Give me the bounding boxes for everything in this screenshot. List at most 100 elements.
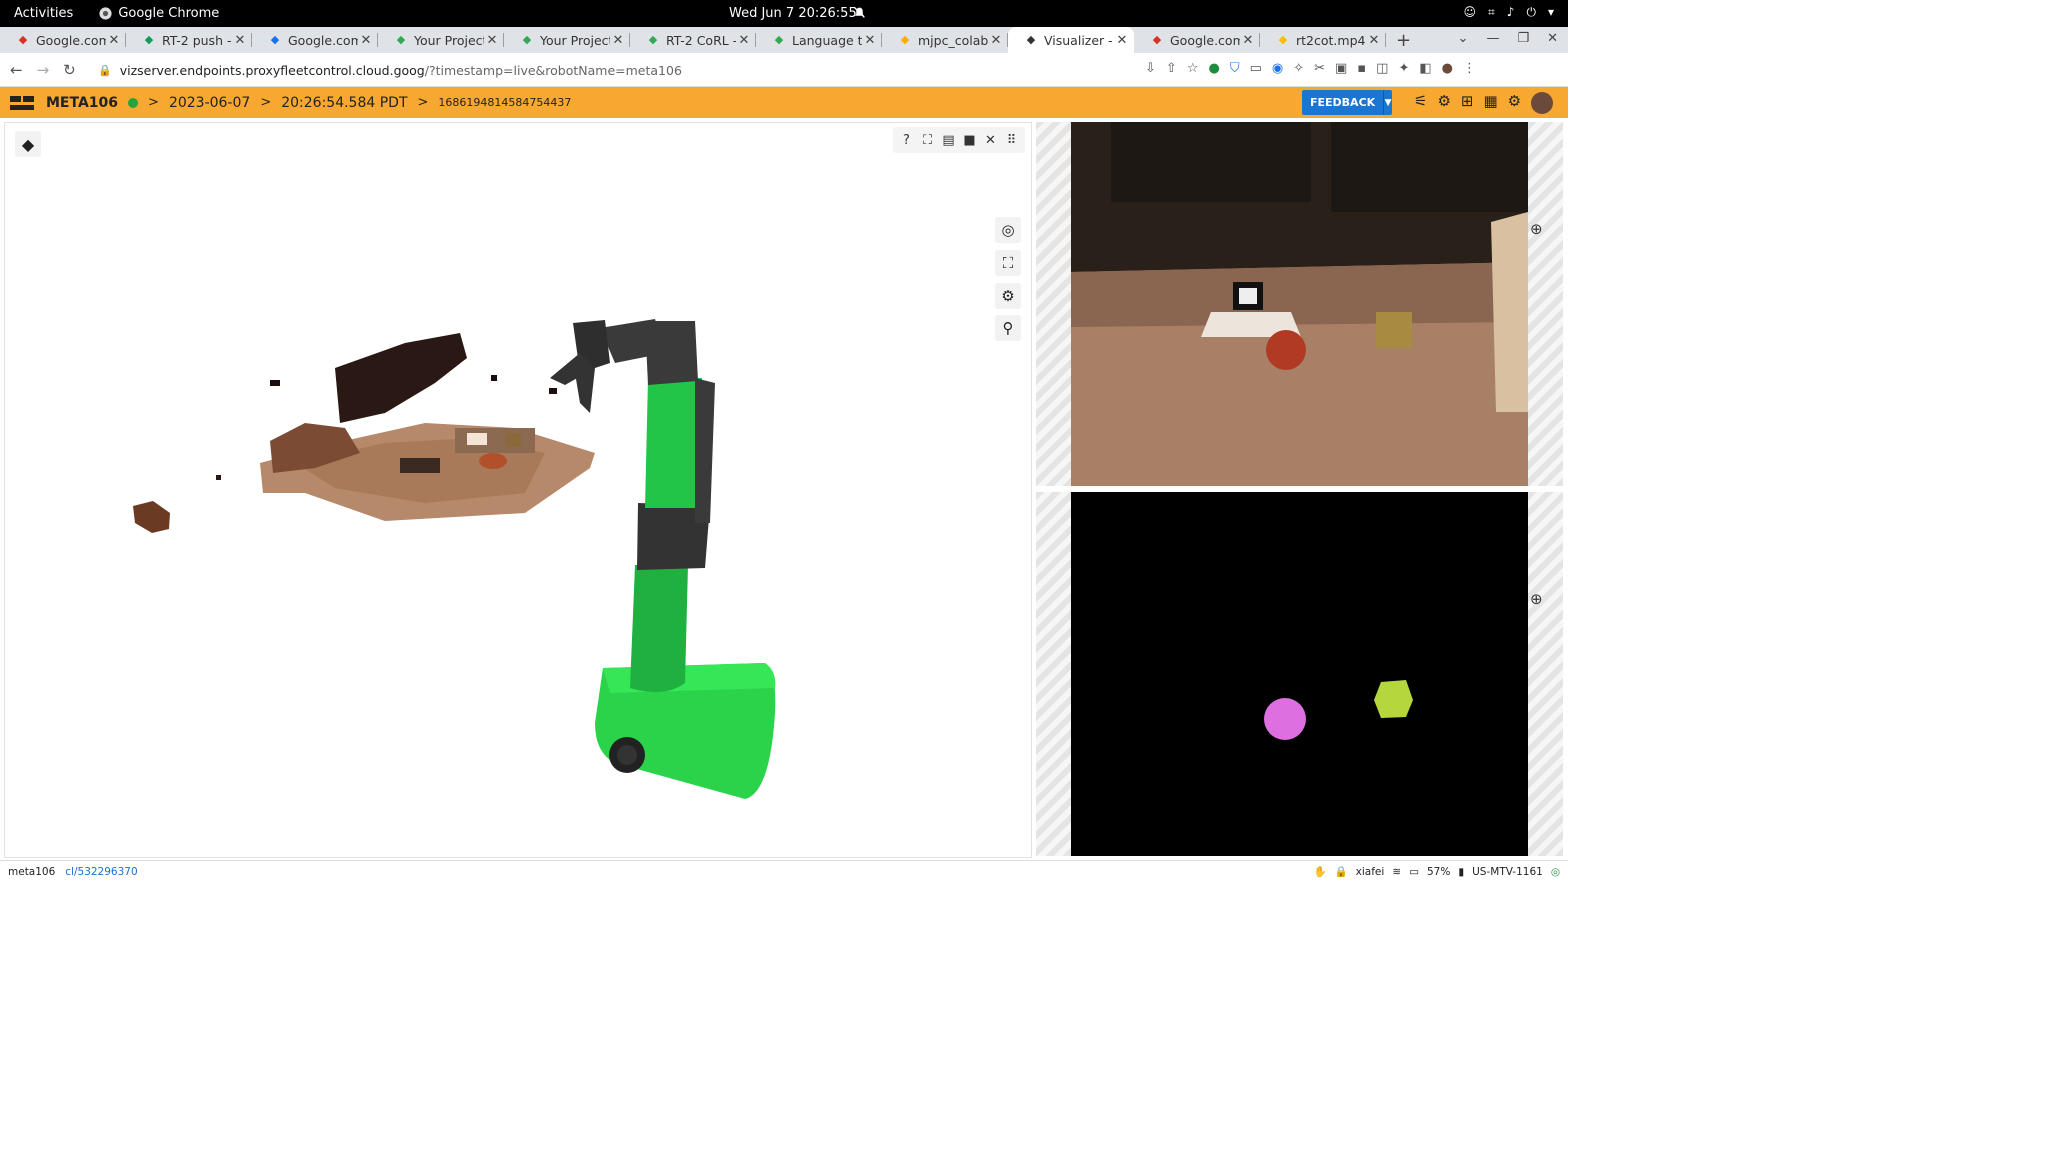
address-bar[interactable]: 🔒 vizserver.endpoints.proxyfleetcontrol.…	[92, 58, 1222, 82]
zoom-in-icon[interactable]: ⊕	[1530, 590, 1543, 608]
tab-close-icon[interactable]: ✕	[988, 33, 1004, 48]
tab-close-icon[interactable]: ✕	[862, 33, 878, 48]
tab-search-icon[interactable]: ⌄	[1458, 31, 1469, 46]
chevron-down-icon[interactable]: ▾	[1548, 5, 1554, 20]
system-tray[interactable]: ☺ ⌗ ♪ ⏻ ▾	[1464, 5, 1554, 20]
extension-cut-icon[interactable]: ✂	[1314, 61, 1325, 76]
bookmark-star-icon[interactable]: ☆	[1187, 61, 1199, 76]
robot-status-dot	[128, 97, 139, 108]
calendar-icon: ◆	[270, 33, 280, 46]
camera-rgb-panel[interactable]: ⊕	[1036, 122, 1563, 486]
project-icon: ◆	[522, 33, 532, 46]
tab-label: Google.com -	[288, 32, 358, 48]
segmentation-image	[1071, 492, 1528, 856]
extension-puzzle-icon[interactable]: ✧	[1293, 61, 1304, 76]
project-icon: ◆	[648, 33, 658, 46]
close-window-icon[interactable]: ✕	[1547, 31, 1558, 46]
status-user: xiafei	[1355, 865, 1385, 878]
segmentation-panel[interactable]: ⊕	[1036, 492, 1563, 856]
extension-terminal-icon[interactable]: ▪	[1357, 61, 1366, 76]
tab-close-icon[interactable]: ✕	[1240, 33, 1256, 48]
tab-2[interactable]: ◆ RT-2 push - C✕	[126, 27, 252, 53]
wifi-icon: ≋	[1392, 865, 1402, 878]
power-icon[interactable]: ⏻	[1526, 5, 1536, 20]
extension-cast-icon[interactable]: ◫	[1376, 61, 1388, 76]
breadcrumb-timestamp[interactable]: 1686194814584754437	[438, 96, 571, 109]
tab-6[interactable]: ◆ RT-2 CoRL - C✕	[630, 27, 756, 53]
app-header: META106 > 2023-06-07 > 20:26:54.584 PDT …	[0, 87, 1568, 118]
install-icon[interactable]: ⇩	[1145, 61, 1156, 76]
tab-5[interactable]: ◆ Your Projects✕	[504, 27, 630, 53]
tab-close-icon[interactable]: ✕	[484, 33, 500, 48]
url-domain: vizserver.endpoints.proxyfleetcontrol.cl…	[119, 62, 425, 78]
extension-box-icon[interactable]: ▭	[1250, 61, 1262, 76]
tab-close-icon[interactable]: ✕	[232, 33, 248, 48]
breadcrumb-date[interactable]: 2023-06-07	[169, 95, 250, 111]
battery-icon: ▭	[1409, 865, 1419, 878]
profile-avatar[interactable]: ●	[1442, 61, 1453, 76]
volume-icon[interactable]: ♪	[1507, 5, 1515, 20]
tab-10[interactable]: ◆ Google.com M✕	[1134, 27, 1260, 53]
tab-9[interactable]: ◆ Visualizer - m✕	[1008, 27, 1134, 53]
tab-11[interactable]: ◆ rt2cot.mp4 -✕	[1260, 27, 1386, 53]
chrome-menu-icon[interactable]: ⋮	[1463, 61, 1476, 76]
status-robot-name: meta106	[8, 865, 56, 878]
user-avatar[interactable]	[1531, 92, 1554, 114]
hand-icon[interactable]: ✋	[1313, 865, 1326, 878]
tab-close-icon[interactable]: ✕	[106, 33, 122, 48]
forward-icon[interactable]: →	[37, 61, 50, 79]
tab-close-icon[interactable]: ✕	[736, 33, 752, 48]
robot-arm-icon[interactable]: ⚙	[1437, 92, 1450, 114]
extension-green-icon[interactable]: ●	[1208, 61, 1219, 76]
activities-button[interactable]: Activities	[14, 6, 73, 21]
back-icon[interactable]: ←	[10, 61, 23, 79]
extension-shield-icon[interactable]: ⛉	[1230, 61, 1240, 76]
extension-screen-icon[interactable]: ▣	[1335, 61, 1347, 76]
app-menu-icon[interactable]	[10, 94, 34, 112]
network-icon[interactable]: ⌗	[1488, 5, 1495, 20]
new-tab-button[interactable]: +	[1396, 30, 1411, 51]
tab-3[interactable]: ◆ Google.com -✕	[252, 27, 378, 53]
robot-name[interactable]: META106	[46, 95, 118, 111]
settings-icon[interactable]: ⚙	[1508, 92, 1521, 114]
visualizer-icon: ◆	[1026, 33, 1036, 46]
tab-4[interactable]: ◆ Your Projects✕	[378, 27, 504, 53]
tab-label: Google.com M	[36, 32, 106, 48]
drive-icon: ◆	[1278, 33, 1288, 46]
signal-off-icon[interactable]: ⚟	[1414, 92, 1427, 114]
status-bar: meta106 cl/532296370 ✋ 🔒 xiafei ≋ ▭ 57% …	[0, 860, 1568, 882]
tab-label: Your Projects	[540, 32, 610, 48]
tab-label: Your Projects	[414, 32, 484, 48]
system-clock[interactable]: Wed Jun 7 20:26:55	[729, 6, 857, 21]
minimize-icon[interactable]: —	[1486, 31, 1499, 46]
reload-icon[interactable]: ↻	[63, 61, 76, 79]
tab-7[interactable]: ◆ Language to R✕	[756, 27, 882, 53]
tab-8[interactable]: ◆ mjpc_colab -✕	[882, 27, 1008, 53]
tab-close-icon[interactable]: ✕	[1366, 33, 1382, 48]
restore-icon[interactable]: ❐	[1517, 31, 1529, 46]
zoom-in-icon[interactable]: ⊕	[1530, 220, 1543, 238]
3d-viewport[interactable]: ◆ ? ⛶ ▤ ■ ✕ ⠿ ◎ ⛶ ⚙ ⚲	[4, 122, 1032, 858]
feedback-dropdown-icon[interactable]: ▼	[1383, 90, 1392, 115]
breadcrumb-time[interactable]: 20:26:54.584 PDT	[281, 95, 407, 111]
add-box-icon[interactable]: ⊞	[1461, 92, 1474, 114]
grid-icon[interactable]: ▦	[1483, 92, 1497, 114]
tab-close-icon[interactable]: ✕	[1114, 33, 1130, 48]
notifications-off-icon	[853, 6, 866, 23]
accessibility-icon[interactable]: ☺	[1464, 5, 1477, 20]
app-menu[interactable]: Google Chrome	[99, 6, 219, 21]
side-panel-icon[interactable]: ◧	[1419, 61, 1431, 76]
tab-1[interactable]: ◆ Google.com M✕	[0, 27, 126, 53]
colab-icon: ◆	[900, 33, 910, 46]
lock-icon[interactable]: 🔒	[98, 64, 112, 77]
share-icon[interactable]: ⇧	[1166, 61, 1177, 76]
tab-close-icon[interactable]: ✕	[610, 33, 626, 48]
tab-label: Visualizer - m	[1044, 32, 1114, 48]
gmail-icon: ◆	[18, 33, 28, 46]
status-cl-link[interactable]: cl/532296370	[65, 866, 137, 878]
extension-circle-icon[interactable]: ◉	[1272, 61, 1283, 76]
tab-close-icon[interactable]: ✕	[358, 33, 374, 48]
feedback-button[interactable]: FEEDBACK ▼	[1302, 90, 1392, 115]
extensions-icon[interactable]: ✦	[1398, 61, 1409, 76]
chevron-right-icon: >	[260, 95, 272, 110]
